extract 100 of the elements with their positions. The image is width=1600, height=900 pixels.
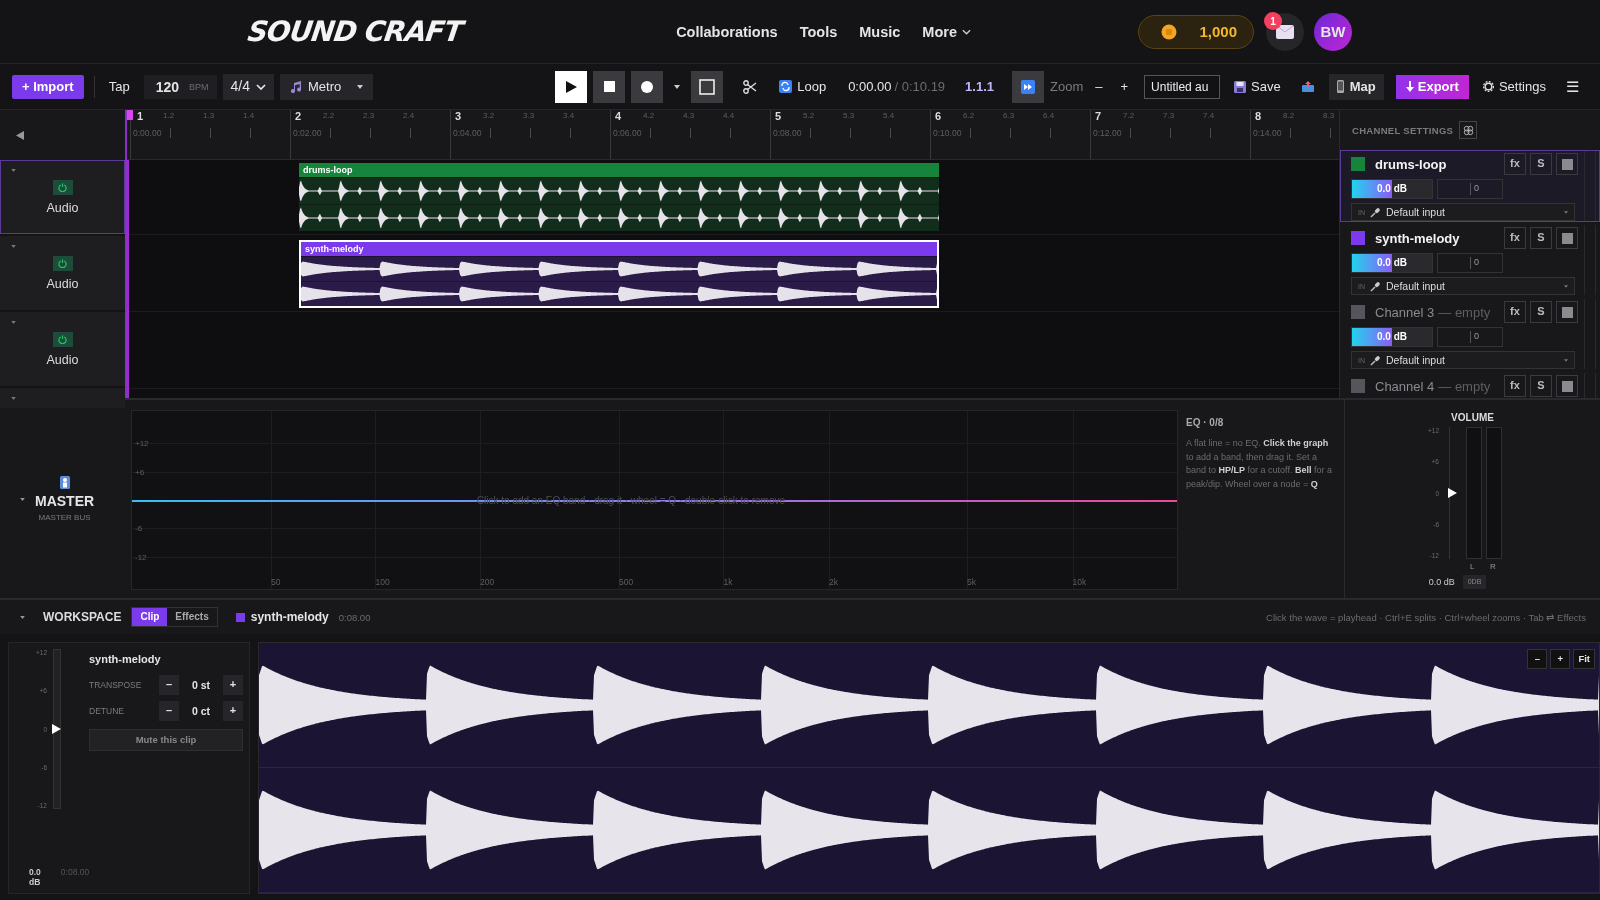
channel-name: Channel 4: [1375, 378, 1435, 394]
meter-select[interactable]: 4/4: [222, 73, 274, 100]
play-button[interactable]: [555, 70, 588, 103]
caret-icon[interactable]: [11, 169, 16, 172]
record-button[interactable]: [631, 70, 664, 103]
fx-button[interactable]: fx: [1504, 227, 1526, 249]
panel-title: CHANNEL SETTINGS: [1352, 124, 1454, 136]
fader-thumb[interactable]: [52, 724, 61, 734]
fader-thumb[interactable]: [1448, 488, 1457, 498]
power-button[interactable]: [52, 255, 73, 271]
waveform-editor[interactable]: – + Fit: [258, 642, 1600, 894]
power-button[interactable]: [52, 179, 73, 195]
level-meter: [1584, 151, 1596, 221]
volume-readout: 0.0 dB: [1428, 577, 1455, 588]
volume-slider[interactable]: 0.0 dB: [1351, 253, 1433, 273]
channel-name: Channel 3: [1375, 304, 1435, 320]
nav-link[interactable]: More: [922, 23, 971, 40]
nav-link[interactable]: Collaborations: [676, 23, 778, 40]
pan-slider[interactable]: 0: [1437, 253, 1503, 273]
collapse-icon[interactable]: [16, 130, 24, 140]
fx-button[interactable]: fx: [1504, 301, 1526, 323]
increase-button[interactable]: +: [223, 701, 243, 721]
axis-label: 1k: [723, 577, 733, 587]
caret-icon[interactable]: [20, 615, 25, 619]
nav-link[interactable]: Music: [859, 23, 901, 40]
follow-button[interactable]: [1012, 70, 1045, 103]
audio-clip[interactable]: drums-loop: [299, 163, 939, 231]
track-header[interactable]: Audio: [0, 312, 125, 386]
bar-number: 7: [1095, 110, 1102, 122]
zoom-out-button[interactable]: –: [1089, 74, 1109, 99]
power-button[interactable]: [52, 331, 73, 347]
tap-button[interactable]: Tap: [104, 74, 134, 99]
track-header[interactable]: Audio: [0, 160, 125, 234]
mute-button[interactable]: [1556, 227, 1578, 249]
decrease-button[interactable]: –: [159, 675, 179, 695]
link-button[interactable]: [1459, 121, 1478, 139]
pan-slider[interactable]: 0: [1437, 179, 1503, 199]
beat-label: 6.3: [1003, 111, 1015, 120]
playhead-marker[interactable]: [127, 110, 133, 120]
volume-fader[interactable]: [1449, 427, 1456, 559]
beat-label: 1.4: [243, 111, 255, 120]
logo[interactable]: SOUND CRAFT: [245, 15, 465, 48]
map-button[interactable]: Map: [1328, 73, 1384, 100]
meter-label: R: [1490, 562, 1496, 571]
zoom-control-button[interactable]: –: [1527, 649, 1548, 669]
volume-slider[interactable]: 0.0 dB: [1351, 327, 1433, 347]
solo-button[interactable]: S: [1530, 227, 1552, 249]
fx-button[interactable]: fx: [1504, 153, 1526, 175]
mute-button[interactable]: [1556, 375, 1578, 397]
volume-slider[interactable]: 0.0 dB: [1351, 179, 1433, 199]
loop-region-button[interactable]: [691, 70, 724, 103]
gain-fader[interactable]: [53, 649, 61, 809]
pan-slider[interactable]: 0: [1437, 327, 1503, 347]
nav-link[interactable]: Tools: [799, 23, 838, 40]
caret-icon[interactable]: [11, 245, 16, 248]
fx-button[interactable]: fx: [1504, 375, 1526, 397]
square-icon: [1561, 306, 1573, 318]
channel-strip[interactable]: Channel 4 — empty fx S: [1340, 372, 1600, 398]
caret-icon[interactable]: [11, 321, 16, 324]
project-title-field[interactable]: Untitled au: [1144, 74, 1221, 99]
track-header[interactable]: Audio: [0, 236, 125, 310]
solo-button[interactable]: S: [1530, 153, 1552, 175]
volume-title: VOLUME: [1451, 412, 1494, 423]
metronome-button[interactable]: Metro: [279, 73, 352, 100]
square-icon: [1561, 380, 1573, 392]
increase-button[interactable]: +: [223, 675, 243, 695]
axis-label: 500: [618, 577, 634, 587]
import-button[interactable]: + Import: [12, 74, 84, 99]
clip-name: synth-melody: [250, 610, 329, 624]
coin-icon: [1161, 23, 1178, 40]
bar-number: 3: [455, 110, 462, 122]
gain-readout: 0.0 dB: [29, 867, 41, 887]
tab[interactable]: Effects: [167, 608, 217, 626]
settings-button[interactable]: Settings: [1478, 74, 1550, 99]
power-icon: [58, 258, 67, 268]
menu-button[interactable]: ☰: [1561, 74, 1583, 99]
solo-button[interactable]: S: [1530, 375, 1552, 397]
beat-label: 6.2: [963, 111, 975, 120]
tab[interactable]: Clip: [132, 608, 168, 626]
solo-button[interactable]: S: [1530, 301, 1552, 323]
stop-button[interactable]: [593, 70, 626, 103]
coin-balance[interactable]: 1,000: [1138, 14, 1254, 49]
microphone-icon: [1370, 206, 1381, 218]
bpm-field[interactable]: 120 BPM: [143, 74, 217, 99]
loop-button[interactable]: Loop: [775, 74, 831, 99]
avatar[interactable]: BW: [1314, 12, 1352, 51]
export-button[interactable]: Export: [1395, 74, 1469, 99]
caret-icon[interactable]: [20, 497, 25, 501]
metronome-menu-button[interactable]: [351, 73, 374, 100]
zoom-control-button[interactable]: +: [1550, 649, 1571, 669]
axis-label: 10k: [1072, 577, 1087, 587]
bar-number: 2: [295, 110, 302, 122]
zoom-in-button[interactable]: +: [1114, 74, 1135, 99]
save-button[interactable]: Save: [1230, 74, 1285, 99]
mute-button[interactable]: [1556, 153, 1578, 175]
audio-clip[interactable]: synth-melody: [299, 240, 939, 308]
zoom-control-button[interactable]: Fit: [1573, 649, 1595, 669]
decrease-button[interactable]: –: [159, 701, 179, 721]
mute-clip-button[interactable]: Mute this clip: [89, 729, 243, 751]
mute-button[interactable]: [1556, 301, 1578, 323]
